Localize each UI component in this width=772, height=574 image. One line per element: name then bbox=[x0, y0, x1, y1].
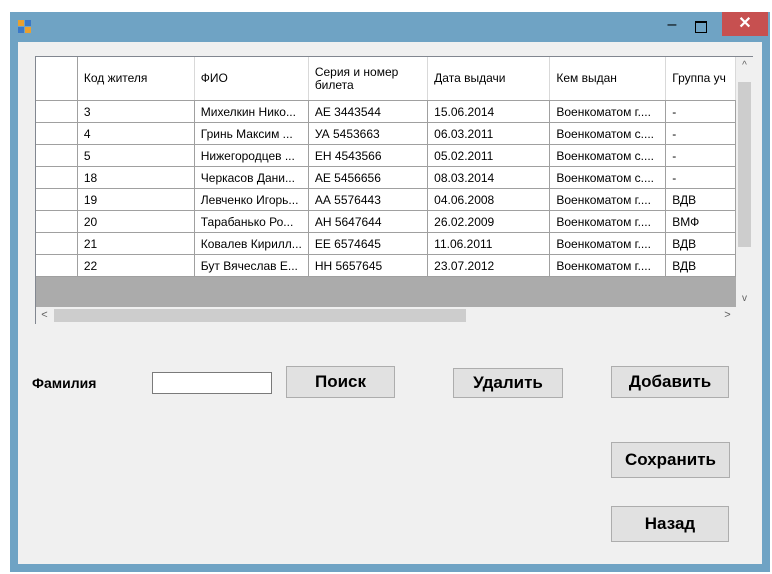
delete-button[interactable]: Удалить bbox=[453, 368, 563, 398]
table-cell[interactable]: ВДВ bbox=[665, 254, 736, 277]
table-cell[interactable]: Военкоматом г.... bbox=[549, 210, 667, 233]
table-cell[interactable]: ВДВ bbox=[665, 188, 736, 211]
table-cell[interactable]: 4 bbox=[77, 122, 195, 145]
table-cell[interactable]: 26.02.2009 bbox=[427, 210, 551, 233]
table-row[interactable]: 21 Ковалев Кирилл... ЕЕ 6574645 11.06.2011 В… bbox=[36, 232, 736, 255]
row-header[interactable] bbox=[36, 100, 78, 123]
scroll-right-icon[interactable]: > bbox=[719, 307, 736, 324]
row-header[interactable] bbox=[36, 166, 78, 189]
grid-viewport: Код жителя ФИО Серия и номер билета Дата вы… bbox=[36, 57, 736, 307]
close-button[interactable]: ✕ bbox=[722, 12, 768, 36]
table-cell[interactable]: Военкоматом г.... bbox=[549, 232, 667, 255]
scroll-up-icon[interactable]: ^ bbox=[736, 57, 753, 74]
table-cell[interactable]: - bbox=[665, 144, 736, 167]
row-header[interactable] bbox=[36, 232, 78, 255]
table-cell[interactable]: ВМФ bbox=[665, 210, 736, 233]
add-button[interactable]: Добавить bbox=[611, 366, 729, 398]
table-cell[interactable]: АЕ 3443544 bbox=[308, 100, 429, 123]
table-cell[interactable]: Военкоматом г.... bbox=[549, 100, 667, 123]
table-cell[interactable]: 23.07.2012 bbox=[427, 254, 551, 277]
table-cell[interactable]: АН 5647644 bbox=[308, 210, 429, 233]
table-row[interactable]: 5 Нижегородцев ... ЕН 4543566 05.02.2011 Вое… bbox=[36, 144, 736, 167]
table-cell[interactable]: - bbox=[665, 122, 736, 145]
column-header[interactable]: Кем выдан bbox=[549, 57, 667, 101]
table-cell[interactable]: Нижегородцев ... bbox=[194, 144, 309, 167]
table-cell[interactable]: 08.03.2014 bbox=[427, 166, 551, 189]
main-window: – ✕ Код жителя ФИО Серия и номер билета Дат… bbox=[10, 12, 770, 572]
surname-input[interactable] bbox=[152, 372, 272, 394]
table-cell[interactable]: 11.06.2011 bbox=[427, 232, 551, 255]
grid-corner-header[interactable] bbox=[36, 57, 78, 101]
scroll-down-icon[interactable]: v bbox=[736, 290, 753, 307]
vertical-scrollbar[interactable]: ^ v bbox=[736, 57, 753, 307]
table-cell[interactable]: - bbox=[665, 166, 736, 189]
table-cell[interactable]: Военкоматом г.... bbox=[549, 254, 667, 277]
column-header[interactable]: Дата выдачи bbox=[427, 57, 551, 101]
table-cell[interactable]: Михелкин Нико... bbox=[194, 100, 309, 123]
table-cell[interactable]: Военкоматом г.... bbox=[549, 188, 667, 211]
table-row[interactable]: 4 Гринь Максим ... УА 5453663 06.03.2011 Вое… bbox=[36, 122, 736, 145]
horizontal-scroll-thumb[interactable] bbox=[54, 309, 466, 322]
row-header[interactable] bbox=[36, 210, 78, 233]
table-cell[interactable]: 05.02.2011 bbox=[427, 144, 551, 167]
table-cell[interactable]: Черкасов Дани... bbox=[194, 166, 309, 189]
form-client-area: Код жителя ФИО Серия и номер билета Дата вы… bbox=[18, 42, 762, 564]
table-cell[interactable]: Левченко Игорь... bbox=[194, 188, 309, 211]
table-cell[interactable]: 3 bbox=[77, 100, 195, 123]
grid-header-row: Код жителя ФИО Серия и номер билета Дата вы… bbox=[36, 57, 736, 101]
table-cell[interactable]: ЕЕ 6574645 bbox=[308, 232, 429, 255]
row-header[interactable] bbox=[36, 188, 78, 211]
table-row[interactable]: 19 Левченко Игорь... АА 5576443 04.06.2008 В… bbox=[36, 188, 736, 211]
column-header[interactable]: Группа уч bbox=[665, 57, 736, 101]
table-cell[interactable]: 19 bbox=[77, 188, 195, 211]
table-cell[interactable]: АЕ 5456656 bbox=[308, 166, 429, 189]
table-cell[interactable]: УА 5453663 bbox=[308, 122, 429, 145]
data-grid[interactable]: Код жителя ФИО Серия и номер билета Дата вы… bbox=[35, 56, 753, 324]
table-cell[interactable]: ЕН 4543566 bbox=[308, 144, 429, 167]
table-cell[interactable]: 22 bbox=[77, 254, 195, 277]
table-cell[interactable]: 04.06.2008 bbox=[427, 188, 551, 211]
maximize-button[interactable] bbox=[690, 17, 712, 37]
form-app-icon bbox=[18, 20, 32, 34]
table-cell[interactable]: - bbox=[665, 100, 736, 123]
grid-table: Код жителя ФИО Серия и номер билета Дата вы… bbox=[36, 57, 736, 277]
table-row[interactable]: 22 Бут Вячеслав Е... НН 5657645 23.07.2012 В… bbox=[36, 254, 736, 277]
row-header[interactable] bbox=[36, 254, 78, 277]
column-header[interactable]: Серия и номер билета bbox=[308, 57, 429, 101]
scroll-left-icon[interactable]: < bbox=[36, 307, 53, 324]
table-cell[interactable]: 21 bbox=[77, 232, 195, 255]
table-cell[interactable]: НН 5657645 bbox=[308, 254, 429, 277]
vertical-scroll-thumb[interactable] bbox=[738, 82, 751, 247]
minimize-button[interactable]: – bbox=[662, 17, 682, 36]
row-header[interactable] bbox=[36, 144, 78, 167]
row-header[interactable] bbox=[36, 122, 78, 145]
table-row[interactable]: 3 Михелкин Нико... АЕ 3443544 15.06.2014 Вое… bbox=[36, 100, 736, 123]
table-row[interactable]: 20 Тарабанько Ро... АН 5647644 26.02.2009 Во… bbox=[36, 210, 736, 233]
column-header[interactable]: Код жителя bbox=[77, 57, 195, 101]
table-cell[interactable]: 15.06.2014 bbox=[427, 100, 551, 123]
table-cell[interactable]: 5 bbox=[77, 144, 195, 167]
table-cell[interactable]: Военкоматом с.... bbox=[549, 122, 667, 145]
table-cell[interactable]: АА 5576443 bbox=[308, 188, 429, 211]
horizontal-scrollbar[interactable]: < > bbox=[36, 307, 736, 324]
table-cell[interactable]: Ковалев Кирилл... bbox=[194, 232, 309, 255]
table-cell[interactable]: Военкоматом с.... bbox=[549, 144, 667, 167]
maximize-icon bbox=[695, 21, 707, 33]
table-cell[interactable]: Тарабанько Ро... bbox=[194, 210, 309, 233]
table-cell[interactable]: ВДВ bbox=[665, 232, 736, 255]
back-button[interactable]: Назад bbox=[611, 506, 729, 542]
table-cell[interactable]: Военкоматом с.... bbox=[549, 166, 667, 189]
table-cell[interactable]: 06.03.2011 bbox=[427, 122, 551, 145]
search-button[interactable]: Поиск bbox=[286, 366, 395, 398]
title-bar[interactable]: – ✕ bbox=[10, 12, 770, 42]
scrollbar-corner bbox=[736, 307, 753, 324]
surname-label: Фамилия bbox=[32, 375, 97, 391]
save-button[interactable]: Сохранить bbox=[611, 442, 730, 478]
table-cell[interactable]: Бут Вячеслав Е... bbox=[194, 254, 309, 277]
table-row[interactable]: 18 Черкасов Дани... АЕ 5456656 08.03.2014 Во… bbox=[36, 166, 736, 189]
table-cell[interactable]: 20 bbox=[77, 210, 195, 233]
column-header[interactable]: ФИО bbox=[194, 57, 309, 101]
table-cell[interactable]: 18 bbox=[77, 166, 195, 189]
table-cell[interactable]: Гринь Максим ... bbox=[194, 122, 309, 145]
